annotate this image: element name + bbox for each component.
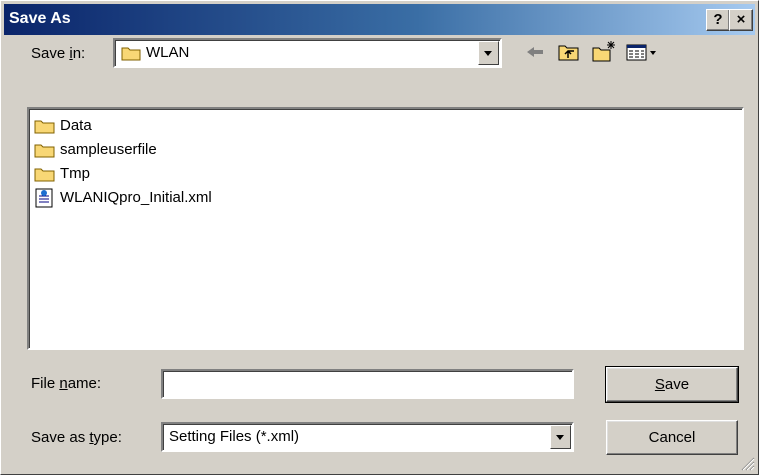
up-folder-icon[interactable]	[557, 39, 581, 65]
resize-grip-icon[interactable]	[741, 457, 755, 471]
xml-file-icon	[35, 188, 53, 208]
close-icon: ×	[736, 11, 746, 28]
folder-icon	[34, 168, 55, 182]
save-button[interactable]: Save	[605, 366, 739, 403]
new-folder-icon[interactable]	[591, 39, 617, 65]
save-as-dialog: Save As ? × Save in: WLAN Data sampleuse…	[0, 0, 759, 475]
save-in-label: Save in:	[31, 45, 86, 62]
cancel-button[interactable]: Cancel	[606, 420, 738, 455]
save-as-type-dropdown[interactable]: Setting Files (*.xml)	[161, 422, 574, 452]
title-bar[interactable]: Save As ? ×	[4, 4, 755, 35]
folder-icon	[34, 120, 55, 134]
file-name-input[interactable]	[161, 369, 574, 399]
save-in-value: WLAN	[146, 44, 190, 61]
window-title: Save As	[9, 10, 71, 27]
folder-icon	[34, 144, 55, 158]
save-in-dropdown-arrow[interactable]	[478, 41, 499, 65]
file-list[interactable]: Data sampleuserfile Tmp WLANIQpro_Initia…	[27, 107, 744, 350]
help-button[interactable]: ?	[706, 9, 730, 31]
view-menu-icon[interactable]	[625, 39, 659, 65]
back-icon[interactable]	[523, 39, 547, 65]
help-icon: ?	[713, 11, 723, 28]
save-as-type-dropdown-arrow[interactable]	[550, 425, 571, 449]
folder-icon	[121, 47, 141, 61]
file-name-label: File name:	[31, 375, 102, 392]
close-button[interactable]: ×	[729, 9, 753, 31]
save-in-dropdown[interactable]: WLAN	[113, 38, 502, 68]
save-as-type-value: Setting Files (*.xml)	[169, 428, 300, 445]
save-as-type-label: Save as type:	[31, 429, 122, 446]
